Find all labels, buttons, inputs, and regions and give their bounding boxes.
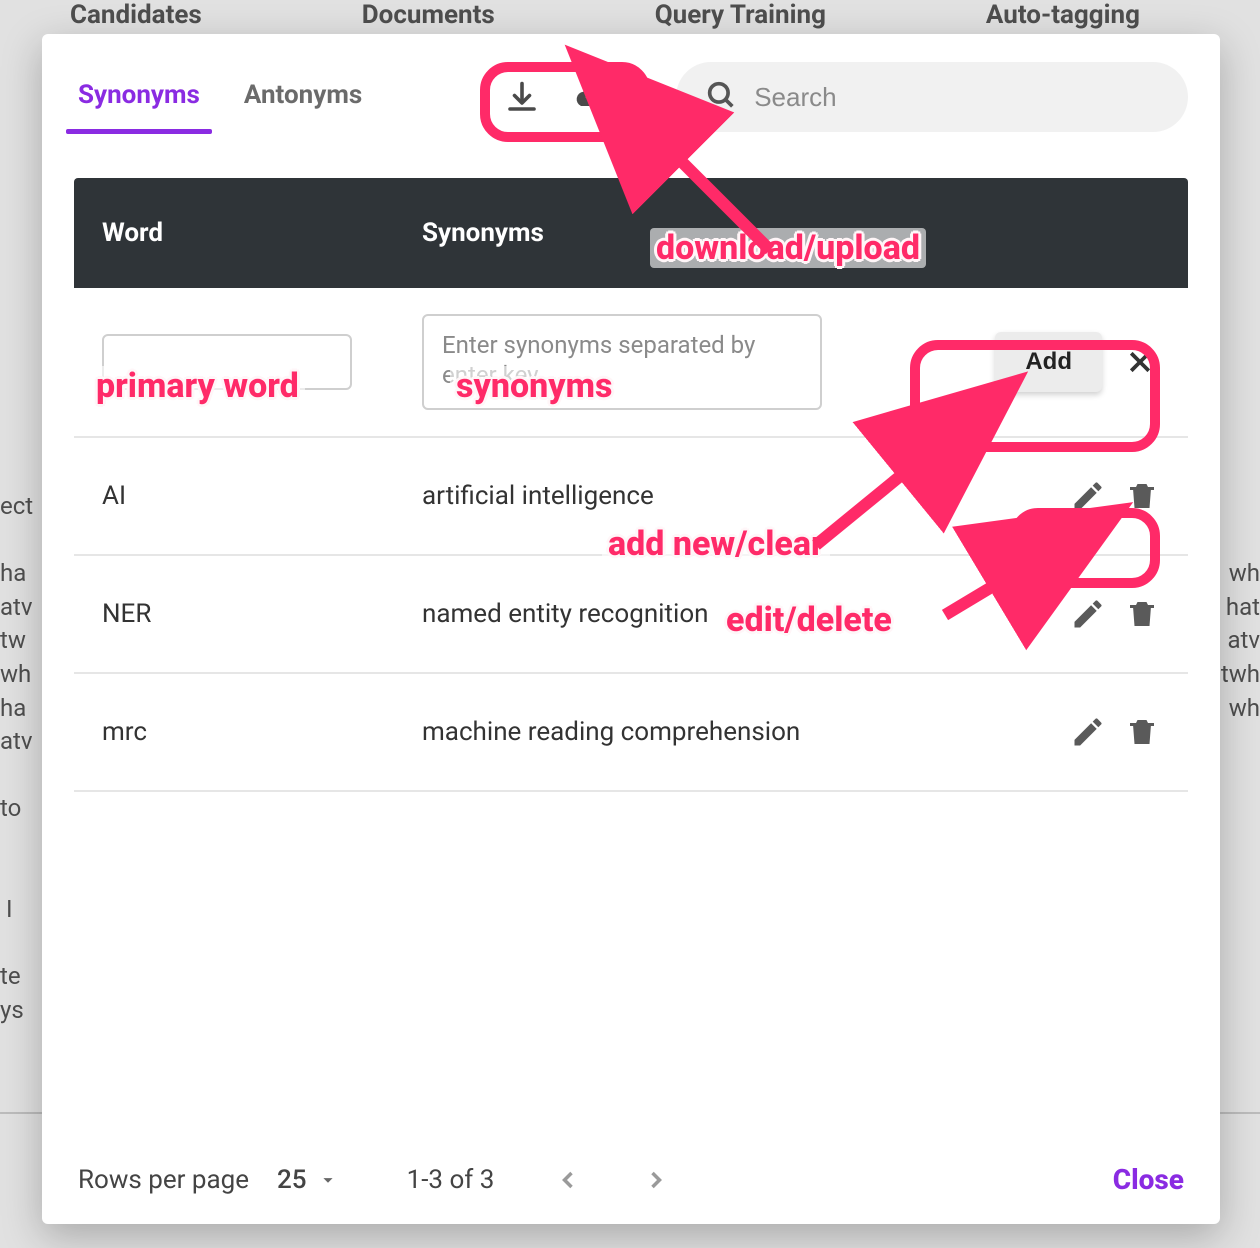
synonyms-table: Word Synonyms Enter synonyms separated b… — [74, 178, 1188, 792]
search-icon — [704, 78, 738, 116]
download-icon[interactable] — [502, 77, 542, 117]
edit-icon[interactable] — [1070, 478, 1106, 514]
download-upload-group — [480, 69, 632, 125]
new-entry-row: Enter synonyms separated by enter key Ad… — [74, 288, 1188, 438]
cell-synonyms: named entity recognition — [422, 599, 940, 629]
delete-icon[interactable] — [1124, 714, 1160, 750]
search-box[interactable] — [676, 62, 1188, 132]
dialog-tabs: Synonyms Antonyms — [74, 62, 366, 132]
cell-word: mrc — [102, 717, 422, 747]
add-button[interactable]: Add — [995, 332, 1102, 392]
cell-synonyms: artificial intelligence — [422, 481, 940, 511]
page-range: 1-3 of 3 — [407, 1165, 495, 1195]
background-tabs: Candidates Documents Query Training Auto… — [0, 0, 1260, 30]
header-word: Word — [102, 218, 422, 248]
cell-synonyms: machine reading comprehension — [422, 717, 940, 747]
rows-per-page-value: 25 — [277, 1165, 307, 1195]
cell-word: NER — [102, 599, 422, 629]
upload-cloud-icon[interactable] — [570, 77, 610, 117]
rows-per-page-label: Rows per page — [78, 1165, 249, 1195]
table-row: mrc machine reading comprehension — [74, 674, 1188, 792]
table-row: AI artificial intelligence — [74, 438, 1188, 556]
close-button[interactable]: Close — [1113, 1163, 1184, 1196]
header-synonyms: Synonyms — [422, 218, 940, 248]
bg-tab: Candidates — [70, 0, 202, 30]
synonyms-placeholder: Enter synonyms separated by enter key — [442, 331, 755, 389]
table-header: Word Synonyms — [74, 178, 1188, 288]
next-page-icon[interactable] — [642, 1166, 670, 1194]
clear-icon[interactable] — [1120, 342, 1160, 382]
dialog-top-row: Synonyms Antonyms — [74, 62, 1188, 132]
chevron-down-icon — [317, 1169, 339, 1191]
cell-word: AI — [102, 481, 422, 511]
prev-page-icon[interactable] — [554, 1166, 582, 1194]
table-row: NER named entity recognition — [74, 556, 1188, 674]
synonyms-dialog: Synonyms Antonyms — [42, 34, 1220, 1224]
tab-synonyms[interactable]: Synonyms — [74, 62, 204, 132]
delete-icon[interactable] — [1124, 478, 1160, 514]
delete-icon[interactable] — [1124, 596, 1160, 632]
tab-antonyms[interactable]: Antonyms — [240, 62, 366, 132]
bg-tab: Query Training — [655, 0, 826, 30]
rows-per-page-select[interactable]: 25 — [277, 1165, 339, 1195]
edit-icon[interactable] — [1070, 596, 1106, 632]
table-footer: Rows per page 25 1-3 of 3 Close — [74, 1155, 1188, 1200]
primary-word-input[interactable] — [102, 334, 352, 390]
bg-text-left: ect ha atv tw wh ha atv to I te ys — [0, 490, 40, 1028]
search-input[interactable] — [754, 82, 1160, 113]
pagination: 1-3 of 3 — [407, 1165, 671, 1195]
edit-icon[interactable] — [1070, 714, 1106, 750]
synonyms-input[interactable]: Enter synonyms separated by enter key — [422, 314, 822, 410]
bg-text-right: wh hat atv twh wh — [1220, 490, 1260, 725]
bg-tab: Auto-tagging — [986, 0, 1140, 30]
bg-tab: Documents — [362, 0, 495, 30]
